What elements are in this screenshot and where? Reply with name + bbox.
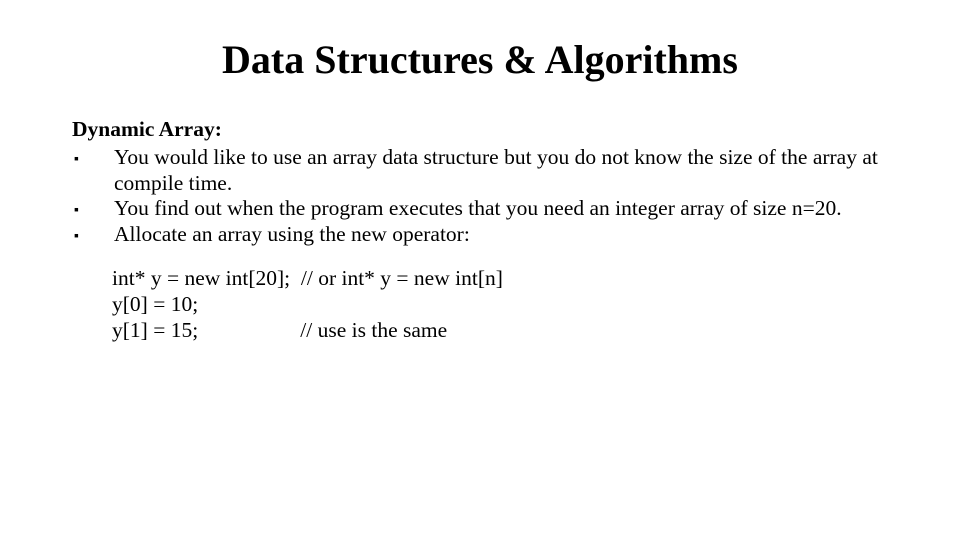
code-line: y[0] = 10; (112, 292, 904, 318)
list-item: ▪ You find out when the program executes… (72, 196, 904, 222)
bullet-text: You would like to use an array data stru… (114, 145, 904, 197)
slide-body: Dynamic Array: ▪ You would like to use a… (0, 117, 960, 344)
slide-title: Data Structures & Algorithms (0, 0, 960, 117)
bullet-icon: ▪ (72, 222, 114, 248)
bullet-text: Allocate an array using the new operator… (114, 222, 904, 248)
bullet-icon: ▪ (72, 145, 114, 171)
bullet-icon: ▪ (72, 196, 114, 222)
code-block: int* y = new int[20]; // or int* y = new… (72, 266, 904, 343)
bullet-text: You find out when the program executes t… (114, 196, 904, 222)
bullet-list: ▪ You would like to use an array data st… (72, 145, 904, 249)
list-item: ▪ Allocate an array using the new operat… (72, 222, 904, 248)
section-heading: Dynamic Array: (72, 117, 904, 143)
list-item: ▪ You would like to use an array data st… (72, 145, 904, 197)
code-line: int* y = new int[20]; // or int* y = new… (112, 266, 904, 292)
code-line: y[1] = 15; // use is the same (112, 318, 904, 344)
